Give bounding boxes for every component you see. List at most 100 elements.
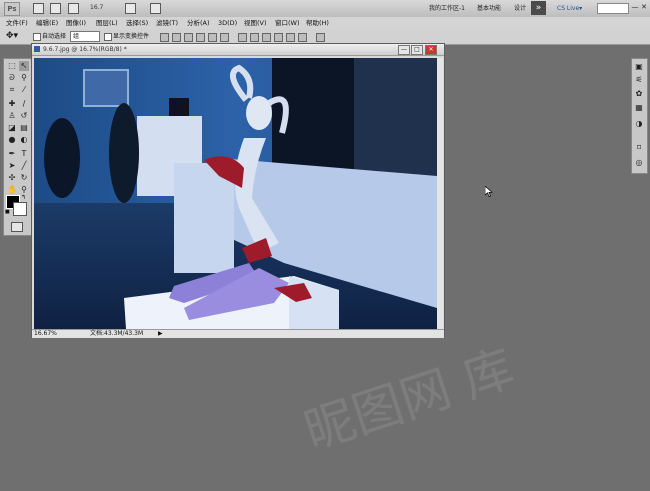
document-size-info: 文档:43.3M/43.3M xyxy=(90,330,144,337)
distribute-hcenter-icon[interactable] xyxy=(286,33,295,42)
channels-panel-icon[interactable]: ◎ xyxy=(635,159,643,167)
shape-tool-icon[interactable]: ╱ xyxy=(19,161,29,171)
bridge-icon[interactable] xyxy=(33,3,44,14)
zoom-field[interactable]: 16.67% xyxy=(34,330,57,338)
dodge-tool-icon[interactable]: ◐ xyxy=(19,135,29,145)
close-button[interactable]: ✕ xyxy=(640,3,648,11)
workspace-overflow-button[interactable]: » xyxy=(531,1,546,15)
collapsed-panels-dock: ▣ ⚟ ✿ ▦ ◑ ⌑ ◎ xyxy=(631,58,648,174)
vertical-scrollbar[interactable] xyxy=(437,58,443,329)
gradient-tool-icon[interactable]: ▤ xyxy=(19,123,29,133)
rear-plinth xyxy=(174,163,234,273)
lasso-tool-icon[interactable]: ᘐ xyxy=(7,73,17,83)
menu-window[interactable]: 窗口(W) xyxy=(275,18,300,28)
distribute-vcenter-icon[interactable] xyxy=(250,33,259,42)
show-transform-label: 显示变换控件 xyxy=(113,33,150,40)
menu-file[interactable]: 文件(F) xyxy=(6,18,28,28)
doc-minimize-button[interactable]: — xyxy=(398,45,410,55)
workspace-essentials-button[interactable]: 基本功能 xyxy=(473,3,505,14)
workspace-mine-button[interactable]: 我的工作区-1 xyxy=(425,3,469,14)
extras-icon[interactable] xyxy=(68,3,79,14)
auto-select-target-select[interactable]: 组 xyxy=(70,31,100,42)
photoshop-logo: Ps xyxy=(4,2,20,16)
align-top-icon[interactable] xyxy=(160,33,169,42)
blur-tool-icon[interactable]: ● xyxy=(7,135,17,145)
doc-maximize-button[interactable]: □ xyxy=(411,45,423,55)
clone-stamp-tool-icon[interactable]: ♙ xyxy=(7,111,17,121)
history-brush-tool-icon[interactable]: ↺ xyxy=(19,111,29,121)
distribute-bottom-icon[interactable] xyxy=(262,33,271,42)
screen-mode-icon[interactable] xyxy=(150,3,161,14)
align-bottom-icon[interactable] xyxy=(184,33,193,42)
3d-rotate-tool-icon[interactable]: ✣ xyxy=(7,173,17,183)
document-icon xyxy=(34,46,40,52)
zoom-level-select[interactable]: 16.7 xyxy=(90,3,112,13)
mouse-pointer-icon xyxy=(485,186,493,197)
show-transform-checkbox[interactable] xyxy=(104,33,112,41)
workspace-design-button[interactable]: 设计 xyxy=(510,3,530,14)
watermark-text: 昵图网 库 xyxy=(297,338,521,461)
visitor-silhouette xyxy=(44,118,80,198)
wall-frame xyxy=(83,69,129,107)
quick-select-tool-icon[interactable]: ⚲ xyxy=(19,73,29,83)
mini-bridge-icon[interactable] xyxy=(50,3,61,14)
path-select-tool-icon[interactable]: ➤ xyxy=(7,161,17,171)
auto-select-label: 自动选择 xyxy=(42,33,67,40)
document-window[interactable]: 9.6.7.jpg @ 16.7%(RGB/8) * — □ ✕ 16.67% … xyxy=(31,43,445,338)
menu-3d[interactable]: 3D(D) xyxy=(218,18,237,28)
3d-orbit-tool-icon[interactable]: ↻ xyxy=(19,173,29,183)
swap-colors-icon[interactable]: ↰ xyxy=(21,194,26,201)
document-status-bar: 16.67% 文档:43.3M/43.3M ▶ xyxy=(32,329,444,338)
crop-tool-icon[interactable]: ⌗ xyxy=(7,85,17,95)
search-input[interactable] xyxy=(597,3,629,14)
menu-analysis[interactable]: 分析(A) xyxy=(187,18,210,28)
marquee-tool-icon[interactable]: ⬚ xyxy=(7,61,17,71)
align-vcenter-icon[interactable] xyxy=(172,33,181,42)
doc-close-button[interactable]: ✕ xyxy=(425,45,437,55)
plant xyxy=(109,103,139,203)
auto-align-icon[interactable] xyxy=(316,33,325,42)
menu-select[interactable]: 选择(S) xyxy=(126,18,148,28)
cs-live-button[interactable]: CS Live▾ xyxy=(557,3,582,14)
menu-edit[interactable]: 编辑(E) xyxy=(36,18,58,28)
document-title: 9.6.7.jpg @ 16.7%(RGB/8) * xyxy=(43,46,127,53)
default-colors-icon[interactable]: ■ xyxy=(5,209,10,215)
swatches-panel-icon[interactable]: ⚟ xyxy=(635,76,643,84)
adjustments-panel-icon[interactable]: ✿ xyxy=(635,90,643,98)
minimize-button[interactable]: — xyxy=(631,3,639,11)
color-panel-icon[interactable]: ▣ xyxy=(635,63,643,71)
type-tool-icon[interactable]: T xyxy=(19,149,29,159)
distribute-top-icon[interactable] xyxy=(238,33,247,42)
pen-tool-icon[interactable]: ✒ xyxy=(7,149,17,159)
brush-tool-icon[interactable]: ∕ xyxy=(19,99,29,109)
quick-mask-button[interactable] xyxy=(11,222,23,232)
align-right-icon[interactable] xyxy=(220,33,229,42)
background-color-swatch[interactable] xyxy=(13,202,27,216)
menu-filter[interactable]: 滤镜(T) xyxy=(156,18,178,28)
move-tool-preset-icon[interactable]: ✥▾ xyxy=(6,31,18,41)
application-bar: Ps 16.7 我的工作区-1 基本功能 设计 » CS Live▾ — ✕ xyxy=(0,0,650,18)
auto-select-checkbox[interactable] xyxy=(33,33,41,41)
healing-brush-tool-icon[interactable]: ✚ xyxy=(7,99,17,109)
distribute-right-icon[interactable] xyxy=(298,33,307,42)
status-menu-arrow-icon[interactable]: ▶ xyxy=(158,330,163,338)
layers-panel-icon[interactable]: ▦ xyxy=(635,104,643,112)
align-hcenter-icon[interactable] xyxy=(208,33,217,42)
arrange-documents-icon[interactable] xyxy=(125,3,136,14)
menu-view[interactable]: 视图(V) xyxy=(244,18,267,28)
align-left-icon[interactable] xyxy=(196,33,205,42)
distribute-left-icon[interactable] xyxy=(274,33,283,42)
monitor xyxy=(169,98,189,116)
masks-panel-icon[interactable]: ◑ xyxy=(635,120,643,128)
painting-figure xyxy=(354,58,437,178)
document-title-bar[interactable]: 9.6.7.jpg @ 16.7%(RGB/8) * — □ ✕ xyxy=(32,44,444,56)
hand-tool-icon[interactable]: ✋ xyxy=(7,185,17,195)
menu-image[interactable]: 图像(I) xyxy=(66,18,86,28)
paths-panel-icon[interactable]: ⌑ xyxy=(635,144,643,152)
eyedropper-tool-icon[interactable]: ⁄ xyxy=(19,85,29,95)
menu-layer[interactable]: 图层(L) xyxy=(96,18,118,28)
document-canvas-photo[interactable] xyxy=(34,58,437,329)
move-tool-icon[interactable]: ↖ xyxy=(19,61,29,71)
eraser-tool-icon[interactable]: ◪ xyxy=(7,123,17,133)
menu-help[interactable]: 帮助(H) xyxy=(306,18,329,28)
